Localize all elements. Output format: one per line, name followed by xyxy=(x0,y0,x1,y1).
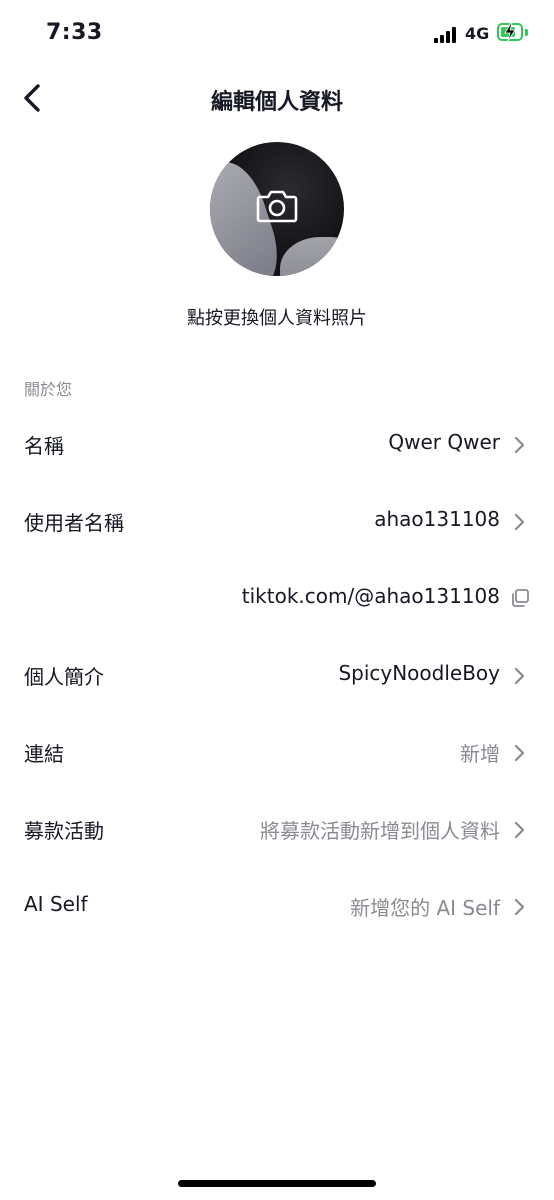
row-value: 新增 xyxy=(460,742,500,766)
section-label-about: 關於您 xyxy=(24,380,73,399)
chevron-right-icon xyxy=(514,513,525,531)
row-profile-link: tiktok.com/@ahao131108 xyxy=(0,568,554,628)
status-time: 7:33 xyxy=(46,20,103,45)
chevron-right-icon xyxy=(514,898,525,916)
row-value: SpicyNoodleBoy xyxy=(338,661,500,685)
signal-icon xyxy=(434,27,460,43)
row-username[interactable]: 使用者名稱 ahao131108 xyxy=(0,491,554,551)
network-type: 4G xyxy=(465,24,490,43)
status-bar: 7:33 4G xyxy=(0,0,554,70)
camera-icon xyxy=(256,190,298,223)
row-value: ahao131108 xyxy=(374,507,500,531)
profile-url: tiktok.com/@ahao131108 xyxy=(241,584,500,608)
row-label: 募款活動 xyxy=(24,819,104,843)
change-photo-link[interactable]: 點按更換個人資料照片 xyxy=(0,304,554,330)
row-label: AI Self xyxy=(24,892,88,916)
row-label: 使用者名稱 xyxy=(24,511,124,535)
home-indicator[interactable] xyxy=(178,1180,376,1187)
row-label: 名稱 xyxy=(24,434,64,458)
row-value: Qwer Qwer xyxy=(388,430,500,454)
chevron-right-icon xyxy=(514,821,525,839)
row-label: 個人簡介 xyxy=(24,665,104,689)
avatar[interactable] xyxy=(210,142,344,276)
row-links[interactable]: 連結 新增 xyxy=(0,722,554,782)
row-fundraiser[interactable]: 募款活動 將募款活動新增到個人資料 xyxy=(0,799,554,859)
chevron-right-icon xyxy=(514,667,525,685)
copy-icon[interactable] xyxy=(510,588,530,608)
charging-bolt-icon xyxy=(504,22,516,42)
row-bio[interactable]: 個人簡介 SpicyNoodleBoy xyxy=(0,645,554,705)
row-ai-self[interactable]: AI Self 新增您的 AI Self xyxy=(0,876,554,936)
row-name[interactable]: 名稱 Qwer Qwer xyxy=(0,414,554,474)
nav-bar: 編輯個人資料 xyxy=(0,70,554,126)
row-value: 新增您的 AI Self xyxy=(350,896,500,920)
chevron-right-icon xyxy=(514,436,525,454)
row-value: 將募款活動新增到個人資料 xyxy=(260,819,500,843)
chevron-right-icon xyxy=(514,744,525,762)
row-label: 連結 xyxy=(24,742,64,766)
battery-cap xyxy=(525,29,528,36)
page-title: 編輯個人資料 xyxy=(210,90,343,115)
